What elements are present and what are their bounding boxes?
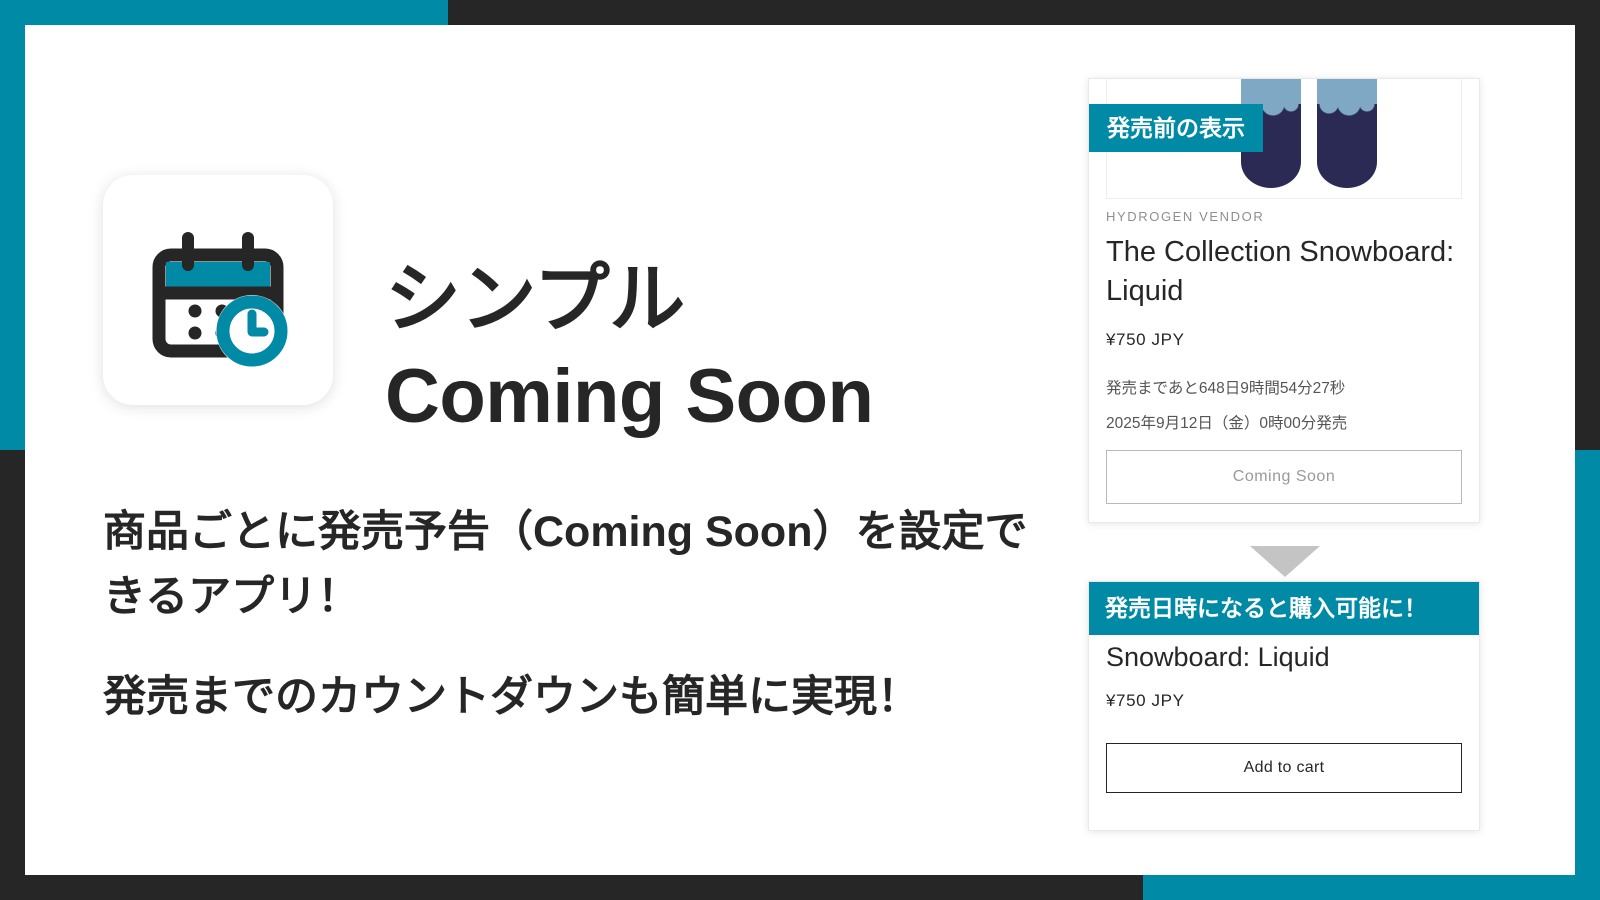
product-price-after: ¥750 JPY xyxy=(1106,691,1185,711)
add-to-cart-button[interactable]: Add to cart xyxy=(1106,743,1462,794)
product-vendor: HYDROGEN VENDOR xyxy=(1106,209,1265,224)
page-title: シンプル Coming Soon xyxy=(385,251,1085,446)
frame-band-left-teal xyxy=(0,0,25,450)
card-body-after: Snowboard: Liquid ¥750 JPY Add to cart xyxy=(1106,640,1462,794)
product-title: The Collection Snowboard: Liquid xyxy=(1106,236,1455,307)
body-copy: 商品ごとに発売予告（Coming Soon）を設定できるアプリ！ 発売までのカウ… xyxy=(103,500,1043,730)
down-arrow-icon xyxy=(1250,546,1320,577)
frame-band-bottom-teal xyxy=(1143,875,1600,900)
app-icon-tile xyxy=(103,175,333,405)
product-card-before-release: 発売前の表示 HYDROGEN VENDOR The Collection Sn… xyxy=(1088,78,1480,523)
body-paragraph-2: 発売までのカウントダウンも簡単に実現！ xyxy=(103,672,920,721)
frame-band-top-dark xyxy=(448,0,1600,25)
promo-banner: シンプル Coming Soon 商品ごとに発売予告（Coming Soon）を… xyxy=(0,0,1600,900)
frame-band-bottom-dark xyxy=(0,875,1143,900)
body-paragraph-1: 商品ごとに発売予告（Coming Soon）を設定できるアプリ！ xyxy=(103,508,1028,622)
frame-band-top-teal xyxy=(0,0,448,25)
frame-band-right-teal xyxy=(1575,450,1600,900)
status-badge-before: 発売前の表示 xyxy=(1089,104,1263,152)
status-badge-after: 発売日時になると購入可能に！ xyxy=(1089,582,1479,635)
countdown-block: 発売まであと648日9時間54分27秒 2025年9月12日（金）0時00分発売 xyxy=(1106,380,1462,433)
headline-line-2: Coming Soon xyxy=(385,354,874,440)
headline-line-1: シンプル xyxy=(385,256,685,342)
product-title-after: Snowboard: Liquid xyxy=(1106,642,1330,672)
snowboard-thumb-2 xyxy=(1317,79,1377,188)
product-price: ¥750 JPY xyxy=(1106,330,1185,350)
frame-band-left-dark xyxy=(0,450,25,900)
release-date: 2025年9月12日（金）0時00分発売 xyxy=(1106,414,1348,432)
content-canvas: シンプル Coming Soon 商品ごとに発売予告（Coming Soon）を… xyxy=(25,25,1575,875)
card-body-before: HYDROGEN VENDOR The Collection Snowboard… xyxy=(1106,209,1462,505)
countdown-timer: 発売まであと648日9時間54分27秒 xyxy=(1106,380,1346,398)
product-card-after-release: 発売日時になると購入可能に！ Snowboard: Liquid ¥750 JP… xyxy=(1088,581,1480,831)
coming-soon-button[interactable]: Coming Soon xyxy=(1106,450,1462,505)
frame-band-right-dark xyxy=(1575,0,1600,450)
